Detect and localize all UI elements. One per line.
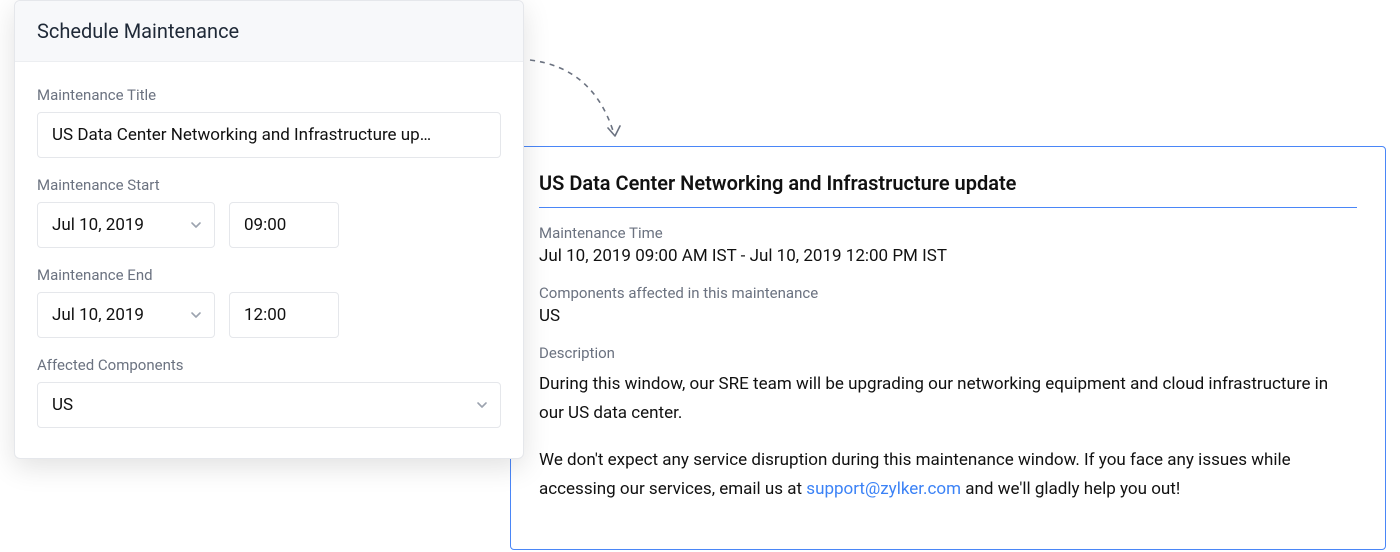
end-date-select[interactable]: Jul 10, 2019 bbox=[37, 292, 215, 338]
title-field-group: Maintenance Title bbox=[37, 86, 501, 158]
description-p1: During this window, our SRE team will be… bbox=[539, 370, 1357, 428]
chevron-down-icon bbox=[190, 219, 202, 231]
components-affected-value: US bbox=[539, 306, 1357, 326]
maintenance-preview-card: US Data Center Networking and Infrastruc… bbox=[510, 146, 1386, 550]
start-date-select[interactable]: Jul 10, 2019 bbox=[37, 202, 215, 248]
maintenance-title-input[interactable] bbox=[37, 112, 501, 158]
components-value: US bbox=[52, 395, 73, 415]
components-field-group: Affected Components US bbox=[37, 356, 501, 428]
form-body: Maintenance Title Maintenance Start Jul … bbox=[15, 62, 523, 458]
start-label: Maintenance Start bbox=[37, 176, 501, 194]
start-time-input[interactable]: 09:00 bbox=[229, 202, 339, 248]
form-header: Schedule Maintenance bbox=[15, 1, 523, 62]
description-p2b: and we'll gladly help you out! bbox=[961, 479, 1180, 499]
start-date-value: Jul 10, 2019 bbox=[52, 215, 144, 235]
end-field-group: Maintenance End Jul 10, 2019 12:00 bbox=[37, 266, 501, 338]
chevron-down-icon bbox=[476, 399, 488, 411]
end-date-value: Jul 10, 2019 bbox=[52, 305, 144, 325]
affected-components-select[interactable]: US bbox=[37, 382, 501, 428]
start-field-group: Maintenance Start Jul 10, 2019 09:00 bbox=[37, 176, 501, 248]
maintenance-time-value: Jul 10, 2019 09:00 AM IST - Jul 10, 2019… bbox=[539, 246, 1357, 266]
description-label: Description bbox=[539, 344, 1357, 362]
end-time-value: 12:00 bbox=[244, 305, 286, 325]
preview-title: US Data Center Networking and Infrastruc… bbox=[539, 171, 1357, 208]
chevron-down-icon bbox=[190, 309, 202, 321]
maintenance-time-label: Maintenance Time bbox=[539, 224, 1357, 242]
title-label: Maintenance Title bbox=[37, 86, 501, 104]
components-label: Affected Components bbox=[37, 356, 501, 374]
arrow-connector-icon bbox=[524, 56, 634, 150]
support-email-link[interactable]: support@zylker.com bbox=[806, 479, 961, 499]
end-label: Maintenance End bbox=[37, 266, 501, 284]
description-p2: We don't expect any service disruption d… bbox=[539, 446, 1357, 504]
end-time-input[interactable]: 12:00 bbox=[229, 292, 339, 338]
components-affected-label: Components affected in this maintenance bbox=[539, 284, 1357, 302]
start-time-value: 09:00 bbox=[244, 215, 286, 235]
description-body: During this window, our SRE team will be… bbox=[539, 370, 1357, 504]
schedule-maintenance-form: Schedule Maintenance Maintenance Title M… bbox=[14, 0, 524, 459]
